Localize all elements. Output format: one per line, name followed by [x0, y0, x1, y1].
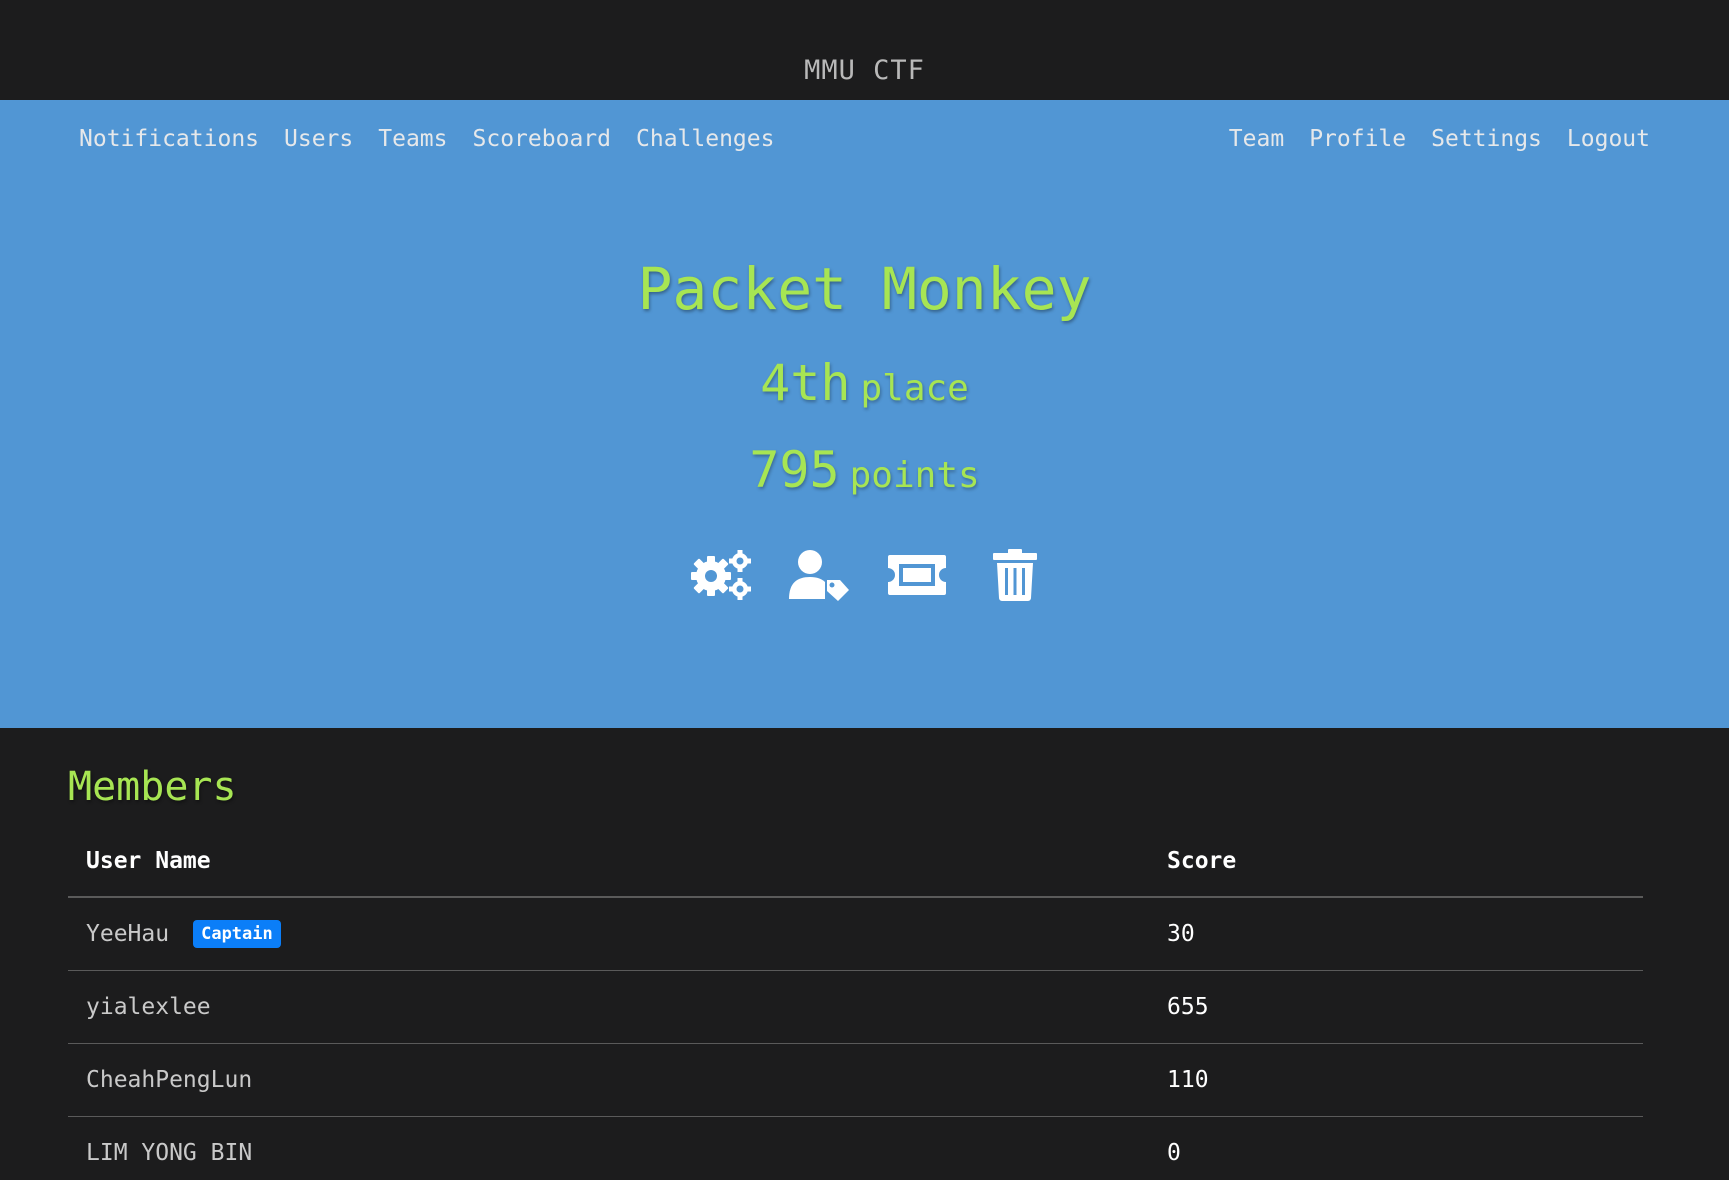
- member-link[interactable]: LIM YONG BIN: [86, 1140, 252, 1166]
- score-header: Score: [1149, 848, 1643, 898]
- navbar: Notifications Users Teams Scoreboard Cha…: [0, 100, 1729, 178]
- edit-team-button[interactable]: [689, 547, 753, 603]
- choose-captain-button[interactable]: [787, 547, 851, 603]
- team-name: Packet Monkey: [637, 255, 1092, 323]
- nav-scoreboard[interactable]: Scoreboard: [473, 126, 611, 152]
- team-points: 795 points: [0, 445, 1729, 495]
- captain-badge: Captain: [193, 919, 281, 948]
- member-cell: yialexlee: [68, 970, 1149, 1044]
- nav-challenges[interactable]: Challenges: [636, 126, 774, 152]
- members-table: User Name Score YeeHau Captain 30 yialexl…: [68, 848, 1643, 1180]
- team-hero: Notifications Users Teams Scoreboard Cha…: [0, 100, 1729, 728]
- member-score: 30: [1149, 897, 1643, 971]
- team-place: 4th place: [0, 358, 1729, 408]
- user-tag-icon: [788, 550, 849, 601]
- user-name-header: User Name: [68, 848, 1149, 898]
- table-row: CheahPengLun 110: [68, 1043, 1643, 1117]
- nav-notifications[interactable]: Notifications: [79, 126, 259, 152]
- nav-settings[interactable]: Settings: [1431, 126, 1542, 152]
- ticket-icon: [887, 555, 946, 595]
- member-link[interactable]: CheahPengLun: [86, 1067, 252, 1093]
- disband-team-button[interactable]: [983, 547, 1047, 603]
- nav-teams[interactable]: Teams: [378, 126, 447, 152]
- member-score: 110: [1149, 1043, 1643, 1117]
- nav-team[interactable]: Team: [1229, 126, 1284, 152]
- member-cell: CheahPengLun: [68, 1043, 1149, 1117]
- brand-link[interactable]: MMU CTF: [804, 55, 925, 86]
- team-actions: [0, 547, 1729, 603]
- place-number: 4th: [760, 354, 851, 412]
- member-link[interactable]: yialexlee: [86, 994, 211, 1020]
- table-row: yialexlee 655: [68, 970, 1643, 1044]
- cogs-icon: [690, 550, 751, 600]
- member-score: 655: [1149, 970, 1643, 1044]
- member-cell: YeeHau Captain: [68, 897, 1149, 971]
- nav-profile[interactable]: Profile: [1309, 126, 1406, 152]
- member-link[interactable]: YeeHau: [86, 921, 169, 947]
- points-unit: points: [849, 455, 980, 496]
- nav-right: Team Profile Settings Logout: [1204, 126, 1650, 152]
- points-number: 795: [749, 441, 840, 499]
- invite-button[interactable]: [885, 547, 949, 603]
- member-cell: LIM YONG BIN: [68, 1116, 1149, 1180]
- top-bar: MMU CTF: [0, 0, 1729, 100]
- table-row: LIM YONG BIN 0: [68, 1116, 1643, 1180]
- member-score: 0: [1149, 1116, 1643, 1180]
- nav-logout[interactable]: Logout: [1567, 126, 1650, 152]
- members-section: Members User Name Score YeeHau Captain 30…: [0, 728, 1729, 1180]
- members-heading: Members: [68, 764, 237, 810]
- table-header-row: User Name Score: [68, 848, 1643, 898]
- place-unit: place: [860, 368, 969, 409]
- nav-left: Notifications Users Teams Scoreboard Cha…: [79, 126, 799, 152]
- trash-icon: [992, 549, 1037, 601]
- nav-users[interactable]: Users: [284, 126, 353, 152]
- table-row: YeeHau Captain 30: [68, 897, 1643, 971]
